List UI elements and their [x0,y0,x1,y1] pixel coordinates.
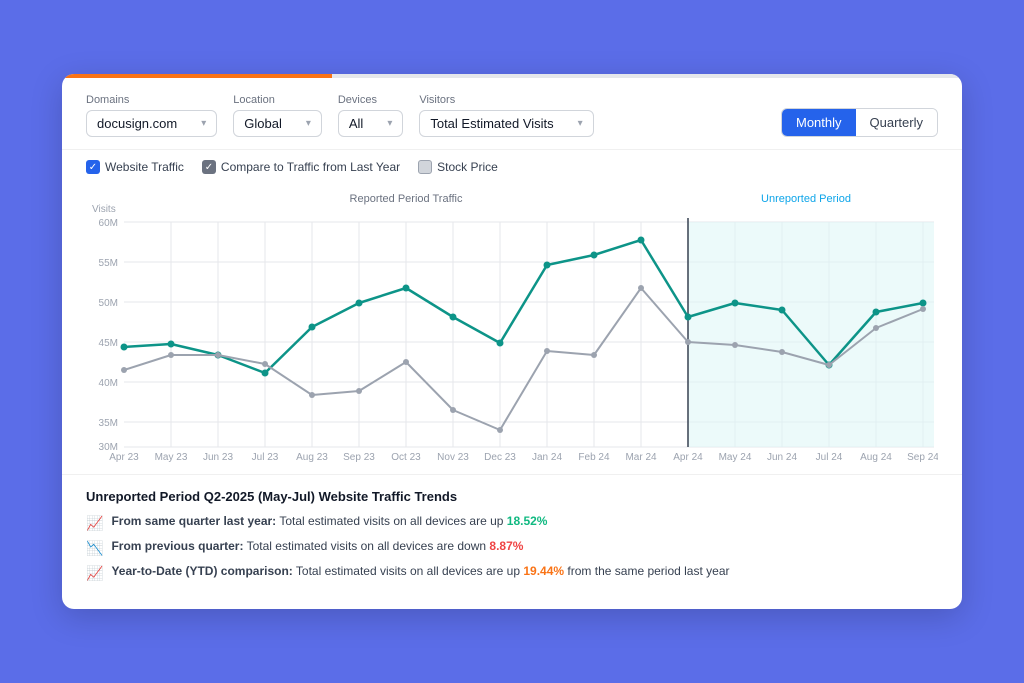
location-value: Global [244,116,282,131]
filters-row: Domains docusign.com ▾ Location Global ▾… [86,94,938,137]
y-label-50m: 50M [99,298,118,309]
legend-stock-price-label: Stock Price [437,160,498,174]
website-traffic-checkbox[interactable]: ✓ [86,160,100,174]
summary-section: Unreported Period Q2-2025 (May-Jul) Webs… [62,474,962,609]
domains-filter: Domains docusign.com ▾ [86,94,217,137]
chart-svg: 60M 55M 50M 45M 40M 35M 30M Visits [86,182,938,462]
legend-website-traffic-label: Website Traffic [105,160,184,174]
summary-text-3: Year-to-Date (YTD) comparison: Total est… [111,564,729,578]
summary-title: Unreported Period Q2-2025 (May-Jul) Webs… [86,489,938,504]
svg-text:Aug 23: Aug 23 [296,452,328,462]
svg-text:Aug 24: Aug 24 [860,452,892,462]
legend-row: ✓ Website Traffic ✓ Compare to Traffic f… [62,150,962,178]
summary-prefix-3: Year-to-Date (YTD) comparison: [111,564,292,578]
chart-area: 60M 55M 50M 45M 40M 35M 30M Visits [62,182,962,474]
quarterly-button[interactable]: Quarterly [856,109,937,136]
summary-highlight-2: 8.87% [489,539,523,553]
domains-chevron-icon: ▾ [201,118,206,129]
filters-section: Domains docusign.com ▾ Location Global ▾… [62,78,962,150]
svg-text:Sep 24: Sep 24 [907,452,938,462]
monthly-button[interactable]: Monthly [782,109,856,136]
main-card: Domains docusign.com ▾ Location Global ▾… [62,74,962,609]
location-chevron-icon: ▾ [306,118,311,129]
legend-compare-traffic[interactable]: ✓ Compare to Traffic from Last Year [202,160,400,174]
x-axis-labels: Apr 23 May 23 Jun 23 Jul 23 Aug 23 Sep 2… [109,452,938,462]
y-label-40m: 40M [99,378,118,389]
devices-label: Devices [338,94,403,106]
unreported-shading [688,222,934,447]
svg-text:Apr 24: Apr 24 [673,452,703,462]
svg-text:Jun 23: Jun 23 [203,452,233,462]
visits-axis-label: Visits [92,204,116,215]
svg-text:Nov 23: Nov 23 [437,452,469,462]
location-label: Location [233,94,322,106]
domains-label: Domains [86,94,217,106]
visitors-select[interactable]: Total Estimated Visits ▾ [419,110,593,137]
location-select[interactable]: Global ▾ [233,110,322,137]
compare-traffic-checkbox[interactable]: ✓ [202,160,216,174]
visitors-chevron-icon: ▾ [578,118,583,129]
legend-website-traffic[interactable]: ✓ Website Traffic [86,160,184,174]
svg-text:Jul 24: Jul 24 [816,452,843,462]
legend-stock-price[interactable]: Stock Price [418,160,498,174]
svg-text:Sep 23: Sep 23 [343,452,375,462]
summary-item-1: 📈 From same quarter last year: Total est… [86,514,938,532]
summary-item-2: 📉 From previous quarter: Total estimated… [86,539,938,557]
svg-text:May 24: May 24 [719,452,752,462]
summary-icon-1: 📈 [86,515,103,532]
summary-text-1: From same quarter last year: Total estim… [111,514,547,528]
reported-period-label: Reported Period Traffic [350,193,463,205]
y-label-60m: 60M [99,218,118,229]
svg-text:Feb 24: Feb 24 [578,452,610,462]
svg-text:May 23: May 23 [155,452,188,462]
stock-price-checkbox[interactable] [418,160,432,174]
summary-highlight-1: 18.52% [507,514,548,528]
location-filter: Location Global ▾ [233,94,322,137]
svg-text:Jan 24: Jan 24 [532,452,562,462]
legend-compare-traffic-label: Compare to Traffic from Last Year [221,160,400,174]
domains-value: docusign.com [97,116,177,131]
summary-icon-3: 📈 [86,565,103,582]
devices-chevron-icon: ▾ [387,118,392,129]
chart-container: 60M 55M 50M 45M 40M 35M 30M Visits [86,182,938,462]
view-toggle: Monthly Quarterly [781,108,938,137]
summary-icon-2: 📉 [86,540,103,557]
svg-text:Mar 24: Mar 24 [625,452,657,462]
svg-text:Jun 24: Jun 24 [767,452,797,462]
y-label-45m: 45M [99,338,118,349]
visitors-value: Total Estimated Visits [430,116,553,131]
devices-filter: Devices All ▾ [338,94,403,137]
devices-select[interactable]: All ▾ [338,110,403,137]
y-label-55m: 55M [99,258,118,269]
svg-text:Apr 23: Apr 23 [109,452,139,462]
summary-text-2: From previous quarter: Total estimated v… [111,539,523,553]
visitors-filter: Visitors Total Estimated Visits ▾ [419,94,593,137]
summary-highlight-3: 19.44% [523,564,564,578]
visitors-label: Visitors [419,94,593,106]
svg-text:Oct 23: Oct 23 [391,452,421,462]
svg-text:Dec 23: Dec 23 [484,452,516,462]
summary-prefix-1: From same quarter last year: [111,514,276,528]
y-label-35m: 35M [99,418,118,429]
svg-text:Jul 23: Jul 23 [252,452,279,462]
summary-prefix-2: From previous quarter: [111,539,243,553]
summary-item-3: 📈 Year-to-Date (YTD) comparison: Total e… [86,564,938,582]
unreported-period-label: Unreported Period [761,193,851,205]
devices-value: All [349,116,363,131]
domains-select[interactable]: docusign.com ▾ [86,110,217,137]
